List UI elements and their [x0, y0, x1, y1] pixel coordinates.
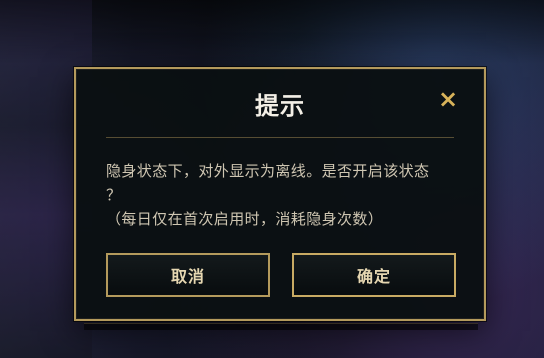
message-line-2: ？ — [106, 186, 122, 204]
message-line-1: 隐身状态下，对外显示为离线。是否开启该状态 — [106, 162, 430, 180]
dialog-title: 提示 — [255, 92, 305, 120]
top-gradient-overlay — [0, 0, 544, 64]
dialog-message: 隐身状态下，对外显示为离线。是否开启该状态 ？ （每日仅在首次启用时，消耗隐身次… — [106, 159, 456, 231]
dialog-bottom-strip — [84, 323, 478, 330]
prompt-dialog: 提示 × 隐身状态下，对外显示为离线。是否开启该状态 ？ （每日仅在首次启用时，… — [74, 67, 486, 321]
confirm-button[interactable]: 确定 — [292, 253, 456, 297]
cancel-button[interactable]: 取消 — [106, 253, 270, 297]
close-icon[interactable]: × — [436, 87, 460, 111]
title-divider — [106, 137, 454, 138]
message-line-3: （每日仅在首次启用时，消耗隐身次数） — [106, 210, 384, 228]
